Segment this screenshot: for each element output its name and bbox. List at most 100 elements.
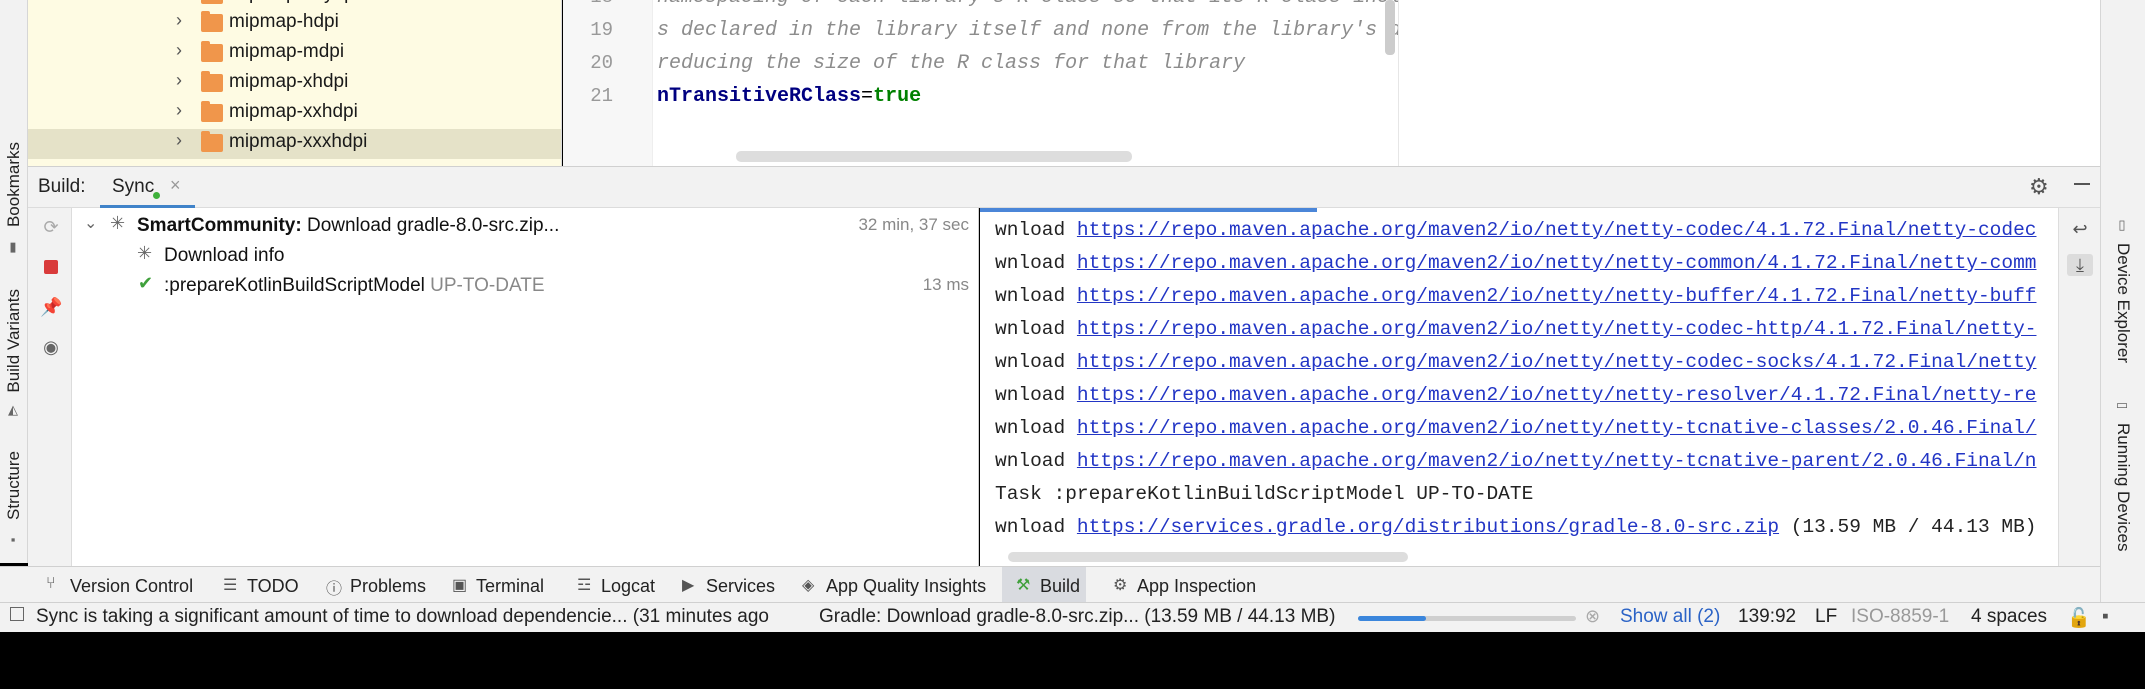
status-bar: Sync is taking a significant amount of t… [0,602,2145,632]
soft-wrap-icon[interactable]: ↩ [2069,218,2091,240]
tab-app-inspection[interactable]: ⚙ App Inspection [1113,567,1283,603]
status-message[interactable]: Sync is taking a significant amount of t… [36,606,769,628]
download-link[interactable]: https://repo.maven.apache.org/maven2/io/… [1077,252,2037,274]
tree-item-label: mipmap-mdpi [229,41,345,62]
lock-icon[interactable]: 🔓 [2067,606,2091,630]
build-root-row[interactable]: ⌄ ✳ SmartCommunity: Download gradle-8.0-… [72,211,979,241]
spinner-icon: ✳ [110,213,126,233]
indent-setting[interactable]: 4 spaces [1971,606,2047,628]
code-line[interactable]: nTransitiveRClass=true [657,85,921,108]
scroll-to-end-icon[interactable]: ⤓ [2067,254,2093,276]
download-link[interactable]: https://repo.maven.apache.org/maven2/io/… [1077,450,2037,472]
structure-tab[interactable]: Structure [4,451,24,520]
show-all-link[interactable]: Show all (2) [1620,606,1720,628]
tree-item[interactable]: › mipmap-xxhdpi [28,99,561,129]
download-link[interactable]: https://services.gradle.org/distribution… [1077,516,1779,538]
download-link[interactable]: https://repo.maven.apache.org/maven2/io/… [1077,384,2037,406]
build-child-row[interactable]: ✳ Download info [72,241,979,271]
chevron-right-icon[interactable]: › [176,100,182,121]
tab-sync[interactable]: Sync × [100,167,195,208]
tab-todo[interactable]: ☰ TODO [223,567,303,603]
services-icon: ▶ [682,577,695,594]
running-devices-tab[interactable]: Running Devices [2113,423,2133,552]
tree-item[interactable]: › mipmap-xxxhdpi [28,129,561,159]
folder-icon [201,131,223,152]
close-icon[interactable]: × [170,175,181,196]
tab-version-control[interactable]: ⑂ Version Control [46,567,196,603]
tab-build[interactable]: ⚒ Build [1002,567,1086,603]
tool-window-tabs: ⑂ Version Control ☰ TODO ⓘ Problems ▣ Termin… [0,566,2100,603]
build-console[interactable]: wnload https://repo.maven.apache.org/mav… [980,208,2058,566]
editor-horizontal-scrollbar[interactable] [736,151,1132,162]
task-name: :prepareKotlinBuildScriptModel [164,275,425,296]
tree-item[interactable]: › mipmap-hdpi [28,9,561,39]
device-explorer-tab[interactable]: Device Explorer [2113,243,2133,363]
bookmarks-tab[interactable]: Bookmarks [4,142,24,227]
folder-icon [201,101,223,122]
logcat-icon: ☲ [577,577,592,594]
stop-icon[interactable] [40,256,62,278]
line-number: 18 [573,0,613,8]
build-variants-tab[interactable]: Build Variants [4,289,24,393]
build-toolbar: ⟳ 📌 ◉ [28,208,72,566]
line-separator[interactable]: LF [1815,606,1837,628]
project-tree: › mipmap-anydpi-v26 › mipmap-hdpi › mipm… [28,0,562,166]
build-tree: ⌄ ✳ SmartCommunity: Download gradle-8.0-… [72,208,979,566]
console-horizontal-scrollbar[interactable] [1008,552,1408,562]
memory-indicator-icon[interactable]: ▪ [2102,606,2109,628]
terminal-icon: ▣ [452,577,468,594]
tree-item[interactable]: › mipmap-mdpi [28,39,561,69]
ide-window: Bookmarks ▮ Build Variants ◭ Structure ▪… [0,0,2145,689]
download-link[interactable]: https://repo.maven.apache.org/maven2/io/… [1077,318,2037,340]
minimize-icon[interactable] [2074,183,2090,185]
console-line: wnload https://repo.maven.apache.org/mav… [995,417,2037,439]
download-link[interactable]: https://repo.maven.apache.org/maven2/io/… [1077,351,2037,373]
folder-icon [201,41,223,62]
download-link[interactable]: https://repo.maven.apache.org/maven2/io/… [1077,285,2037,307]
tab-services[interactable]: ▶ Services [682,567,782,603]
code-line[interactable]: reducing the size of the R class for tha… [657,52,1245,75]
console-line: wnload https://services.gradle.org/distr… [995,516,2037,538]
status-task[interactable]: Gradle: Download gradle-8.0-src.zip... (… [819,606,1335,628]
code-line[interactable]: s declared in the library itself and non… [657,19,1398,42]
console-line: wnload https://repo.maven.apache.org/mav… [995,285,2037,307]
line-number: 19 [590,19,613,41]
gear-icon[interactable]: ⚙ [2029,174,2049,200]
elapsed-time: 32 min, 37 sec [858,215,969,234]
status-square-icon[interactable] [10,607,24,621]
task-name: Download gradle-8.0-src.zip... [306,215,560,236]
editor-vertical-scrollbar[interactable] [1385,0,1395,55]
bookmark-icon: ▮ [9,239,17,254]
build-tool-header: Build: Sync × ⚙ [28,166,2100,208]
chevron-right-icon[interactable]: › [176,40,182,61]
tab-logcat[interactable]: ☲ Logcat [577,567,667,603]
file-encoding[interactable]: ISO-8859-1 [1851,606,1949,628]
chevron-right-icon[interactable]: › [176,70,182,91]
checkmark-icon: ✔ [138,273,154,293]
inspection-icon: ⚙ [1113,577,1128,594]
refresh-icon[interactable]: ⟳ [40,216,62,238]
build-variants-icon: ◭ [8,402,18,417]
chevron-right-icon[interactable]: › [176,0,182,3]
tab-app-quality-insights[interactable]: ◈ App Quality Insights [802,567,1002,603]
status-progress-bar [1358,616,1576,621]
tab-terminal[interactable]: ▣ Terminal [452,567,562,603]
download-link[interactable]: https://repo.maven.apache.org/maven2/io/… [1077,417,2037,439]
pin-icon[interactable]: 📌 [40,296,62,318]
branch-icon: ⑂ [46,575,56,592]
tab-problems[interactable]: ⓘ Problems [326,567,426,603]
chevron-right-icon[interactable]: › [176,130,182,151]
download-link[interactable]: https://repo.maven.apache.org/maven2/io/… [1077,219,2037,241]
equals-sign: = [861,85,874,108]
status-progress-fill [1358,616,1426,621]
folder-icon [201,0,223,4]
eye-icon[interactable]: ◉ [40,336,62,358]
chevron-right-icon[interactable]: › [176,10,182,31]
tree-item[interactable]: › mipmap-xhdpi [28,69,561,99]
cancel-icon[interactable]: ⊗ [1585,606,1600,627]
chevron-down-icon[interactable]: ⌄ [84,213,97,233]
code-line[interactable]: namespacing of each library's R class so… [657,0,1398,9]
caret-position[interactable]: 139:92 [1738,606,1796,628]
build-child-row[interactable]: ✔ :prepareKotlinBuildScriptModel UP-TO-D… [72,271,979,301]
code-editor[interactable]: 18 19 20 21 namespacing of each library'… [563,0,1398,166]
